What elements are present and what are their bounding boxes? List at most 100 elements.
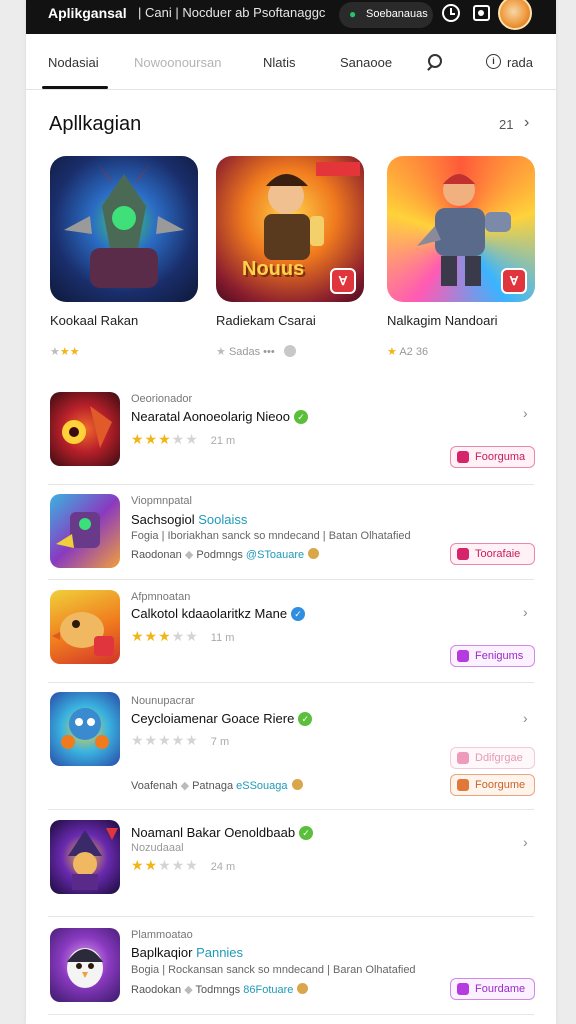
row-size: 24 m: [210, 861, 236, 873]
card-rating: ★★★: [50, 346, 80, 358]
blue-robot-art: [61, 708, 109, 749]
chevron-right-icon[interactable]: ›: [523, 710, 528, 726]
app-title: Aplikgansal: [48, 5, 127, 21]
card-art-text: Nouus: [242, 258, 305, 280]
row-size: 21 m: [210, 435, 236, 447]
row-title[interactable]: Calkotol kdaaolaritkz Mane ✓: [131, 606, 306, 621]
crimson-beast-icon[interactable]: [50, 392, 120, 466]
row-title[interactable]: Noamanl Bakar Oenoldbaab ✓: [131, 825, 314, 840]
install-button[interactable]: Foorgume: [450, 774, 535, 796]
tab-bar: Nodasiai Nowoonoursan Nlatis Sanaooe i r…: [26, 34, 556, 90]
divider: [48, 916, 534, 917]
card-name[interactable]: Radiekam Csarai: [216, 313, 316, 328]
section-title: Apllkagian: [49, 113, 142, 135]
card-name[interactable]: Nalkagim Nandoari: [387, 313, 498, 328]
row-tag: Soolaiss: [198, 512, 248, 527]
account-chip[interactable]: ● Soebanauas: [339, 2, 433, 28]
install-button[interactable]: Fourdame: [450, 978, 535, 1000]
divider: [48, 579, 534, 580]
arcane-mage-art: [68, 828, 118, 890]
logo-badge-icon: ∀: [501, 268, 527, 294]
row-kicker: Nounupacrar: [131, 695, 195, 707]
install-button[interactable]: Toorafaie: [450, 543, 535, 565]
chevron-right-icon[interactable]: ›: [524, 114, 529, 132]
row-title[interactable]: Nearatal Aonoeolarig Nieoo ✓: [131, 409, 308, 424]
divider: [48, 809, 534, 810]
mech-warrior-art: [56, 512, 100, 548]
section-count: 21: [499, 117, 514, 132]
divider: [48, 682, 534, 683]
arcane-mage-icon[interactable]: [50, 820, 120, 894]
knight-art: [64, 164, 184, 288]
coin-icon: [297, 983, 309, 994]
info-icon[interactable]: i: [486, 54, 501, 69]
secondary-button[interactable]: Ddifgrgae: [450, 747, 535, 769]
row-footer: Voafenah ◆ Patnaga eSSouaga: [131, 779, 303, 792]
tab-nowoonoursan[interactable]: Nowoonoursan: [134, 55, 221, 70]
chevron-right-icon[interactable]: ›: [523, 834, 528, 850]
row-tag: Pannies: [196, 945, 244, 960]
clock-icon[interactable]: [442, 4, 460, 22]
blue-robot-icon[interactable]: [50, 692, 120, 766]
row-footer: Raodokan ◆ Todmngs 86Fotuare: [131, 983, 309, 996]
row-size: 11 m: [210, 632, 235, 644]
row-title[interactable]: Ceycloiamenar Goace Riere ✓: [131, 711, 313, 726]
card-rating: ★ Sadas •••: [216, 345, 296, 358]
install-button[interactable]: Foorguma: [450, 446, 535, 468]
row-description: Fogia | Iboriakhan sanck so mndecand | B…: [131, 530, 411, 542]
row-kicker: Oeorionador: [131, 393, 193, 405]
mech-warrior-icon[interactable]: [50, 494, 120, 568]
chevron-right-icon[interactable]: ›: [523, 604, 528, 620]
row-description: Bogia | Rockansan sanck so mndecand | Ba…: [131, 964, 416, 976]
verified-icon: ✓: [291, 607, 306, 621]
app-window: Aplikgansal | Cani | Nocduer ab Psoftana…: [26, 0, 556, 1024]
chevron-right-icon[interactable]: ›: [523, 405, 528, 421]
row-rating: ★★★★★ 7 m: [131, 732, 230, 748]
search-icon[interactable]: [428, 54, 442, 68]
row-rating: ★★★★★ 21 m: [131, 431, 236, 447]
media-icon[interactable]: [473, 5, 490, 21]
install-button[interactable]: Fenigums: [450, 645, 535, 667]
info-label[interactable]: rada: [507, 55, 533, 70]
row-kicker: Plammoatao: [131, 929, 193, 941]
robot-hero-icon[interactable]: ∀: [387, 156, 535, 302]
crimson-beast-art: [62, 406, 112, 448]
account-label: Soebanauas: [366, 8, 428, 20]
row-footer: Raodonan ◆ Podmngs @SToauare: [131, 548, 320, 561]
armored-knight-icon[interactable]: [50, 156, 198, 302]
user-icon: ●: [349, 7, 357, 21]
globe-icon: [283, 345, 296, 357]
row-title[interactable]: Baplkaqior Pannies: [131, 945, 243, 960]
logo-badge-icon: ∀: [330, 268, 356, 294]
card-name[interactable]: Kookaal Rakan: [50, 313, 138, 328]
row-rating: ★★★★★ 24 m: [131, 857, 236, 873]
coin-icon: [308, 548, 320, 559]
adventurer-icon[interactable]: Nouus ∀: [216, 156, 364, 302]
row-description: Nozudaaal: [131, 842, 184, 854]
tab-sanaooe[interactable]: Sanaooe: [340, 55, 392, 70]
app-subtitle: | Cani | Nocduer ab Psoftanaggc: [138, 5, 326, 20]
verified-icon: ✓: [299, 826, 314, 840]
row-size: 7 m: [210, 736, 230, 748]
penguin-helmet-art: [67, 948, 103, 988]
avatar[interactable]: [498, 0, 532, 30]
row-kicker: Viopmnpatal: [131, 495, 192, 507]
row-rating: ★★★★★ 11 m: [131, 628, 235, 644]
duck-mascot-icon[interactable]: [50, 590, 120, 664]
duck-mascot-art: [52, 612, 114, 656]
divider: [48, 1014, 534, 1015]
penguin-helmet-icon[interactable]: [50, 928, 120, 1002]
verified-icon: ✓: [294, 410, 308, 424]
card-meta-text: A2 36: [399, 346, 429, 358]
top-bar: Aplikgansal | Cani | Nocduer ab Psoftana…: [26, 0, 556, 34]
active-tab-indicator: [42, 86, 108, 89]
row-title[interactable]: Sachsogiol Soolaiss: [131, 512, 247, 527]
card-meta-text: Sadas •••: [228, 346, 275, 358]
row-kicker: Afpmnoatan: [131, 591, 191, 603]
verified-icon: ✓: [298, 712, 313, 726]
tab-nlatis[interactable]: Nlatis: [263, 55, 296, 70]
divider: [48, 484, 534, 485]
coin-icon: [291, 779, 303, 790]
card-rating: ★ A2 36: [387, 346, 429, 358]
tab-nodasiai[interactable]: Nodasiai: [48, 55, 99, 70]
